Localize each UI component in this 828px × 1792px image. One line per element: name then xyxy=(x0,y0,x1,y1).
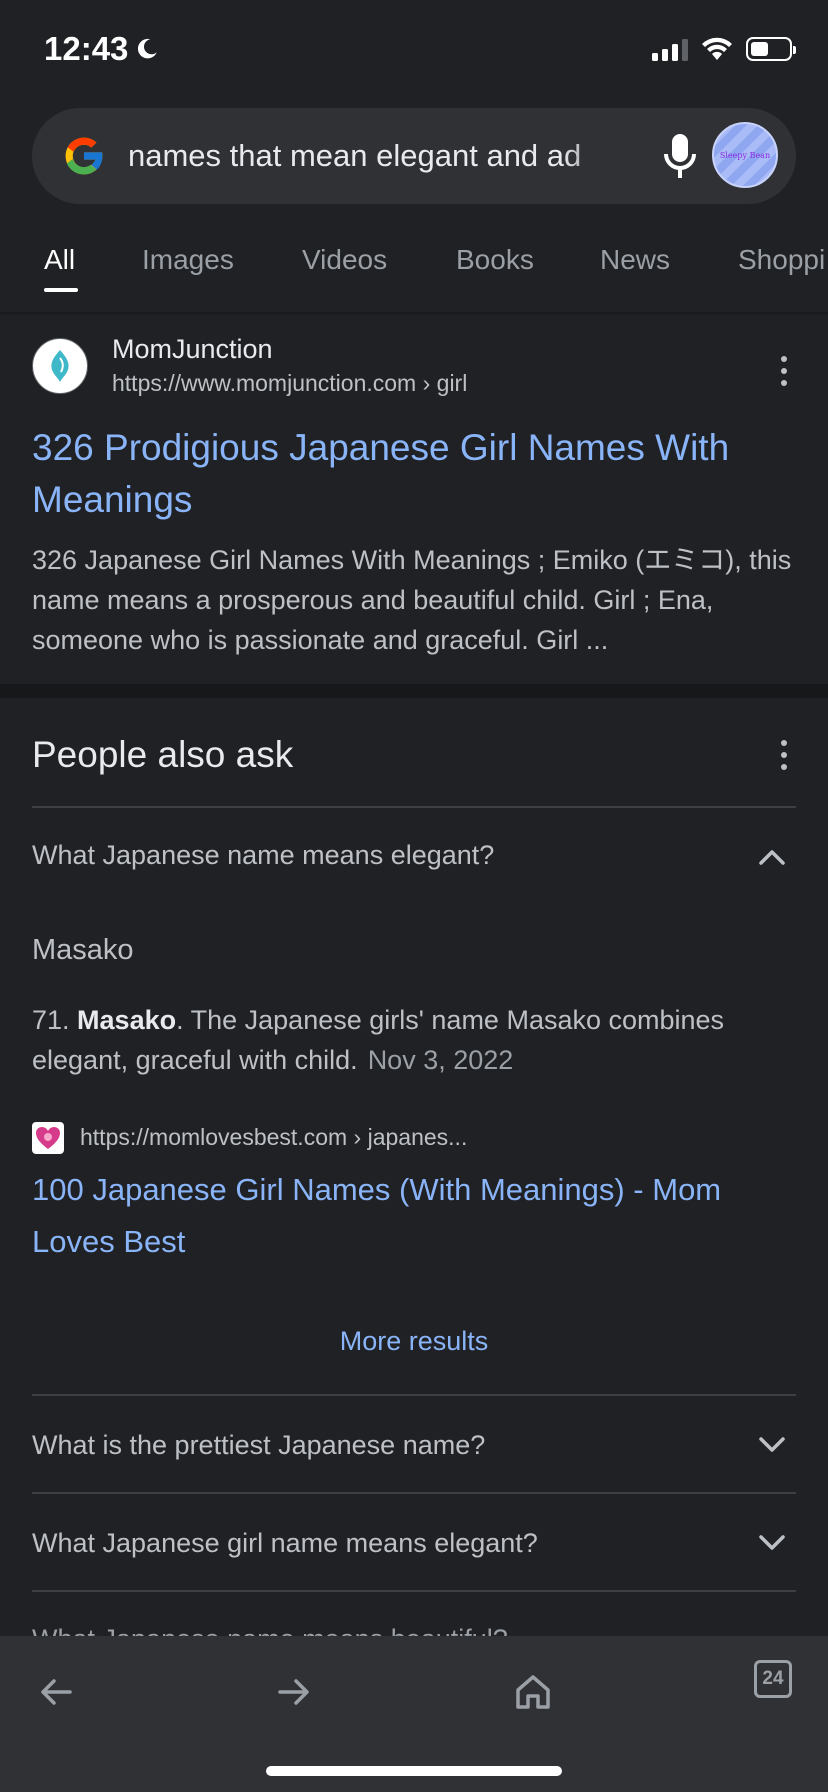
answer-title: Masako xyxy=(32,934,134,966)
status-bar: 12:43 xyxy=(0,0,828,100)
tab-videos[interactable]: Videos xyxy=(302,244,387,276)
paa-question[interactable]: What is the prettiest Japanese name? xyxy=(32,1430,485,1461)
result-snippet: 326 Japanese Girl Names With Meanings ; … xyxy=(32,545,792,655)
back-icon[interactable] xyxy=(36,1672,76,1712)
site-logo-icon xyxy=(51,350,69,382)
tab-shopping[interactable]: Shoppi xyxy=(738,244,825,276)
tab-books[interactable]: Books xyxy=(456,244,534,276)
section-divider xyxy=(0,684,828,698)
clock-text: 12:43 xyxy=(44,30,129,67)
momjunction-favicon xyxy=(32,338,88,394)
paa-header: People also ask xyxy=(32,734,294,775)
google-logo[interactable] xyxy=(60,132,108,180)
signal-icon xyxy=(652,37,688,61)
paa-question-expanded[interactable]: What Japanese name means elegant? xyxy=(32,840,494,871)
heart-icon xyxy=(36,1127,60,1149)
site-url[interactable]: https://www.momjunction.com › girl xyxy=(112,370,467,397)
kebab-icon[interactable] xyxy=(780,356,788,386)
search-tabs: All Images Videos Books News Shoppi xyxy=(0,240,828,314)
divider xyxy=(32,806,796,808)
paa-question[interactable]: What Japanese name means beautiful? xyxy=(32,1624,796,1636)
battery-icon xyxy=(746,37,796,61)
tab-all[interactable]: All xyxy=(44,244,75,276)
mic-icon[interactable] xyxy=(658,132,702,180)
tab-images[interactable]: Images xyxy=(142,244,234,276)
home-indicator[interactable] xyxy=(266,1766,562,1776)
active-tab-indicator xyxy=(44,288,78,292)
site-name[interactable]: MomJunction xyxy=(112,334,273,365)
search-box[interactable]: names that mean elegant and ad Sleepy Be… xyxy=(32,108,796,204)
chevron-up-icon[interactable] xyxy=(758,848,786,866)
search-input[interactable]: names that mean elegant and ad xyxy=(128,138,638,174)
paa-kebab-icon[interactable] xyxy=(780,740,788,770)
tab-news[interactable]: News xyxy=(600,244,670,276)
momlovesbest-favicon xyxy=(32,1122,64,1154)
source-url[interactable]: https://momlovesbest.com › japanes... xyxy=(80,1124,467,1151)
moon-icon xyxy=(138,38,158,59)
tabs-icon[interactable]: 24 xyxy=(754,1660,792,1698)
source-title-link[interactable]: 100 Japanese Girl Names (With Meanings) … xyxy=(32,1164,792,1268)
wifi-icon xyxy=(702,37,732,60)
paa-question[interactable]: What Japanese girl name means elegant? xyxy=(32,1528,538,1559)
home-icon[interactable] xyxy=(513,1672,553,1712)
divider xyxy=(32,1590,796,1592)
forward-icon[interactable] xyxy=(274,1672,314,1712)
avatar-text: Sleepy Bean xyxy=(719,150,771,160)
result-title-link[interactable]: 326 Prodigious Japanese Girl Names With … xyxy=(32,422,802,526)
more-results-button[interactable]: More results xyxy=(0,1326,828,1357)
answer-text: 71. Masako. The Japanese girls' name Mas… xyxy=(32,1005,725,1075)
status-icons xyxy=(652,36,796,62)
divider xyxy=(32,1394,796,1396)
tabs-divider xyxy=(0,312,828,316)
answer-date: Nov 3, 2022 xyxy=(367,1045,514,1075)
profile-avatar[interactable]: Sleepy Bean xyxy=(712,122,778,188)
status-time: 12:43 xyxy=(44,30,160,68)
chevron-down-icon[interactable] xyxy=(758,1436,786,1454)
chevron-down-icon[interactable] xyxy=(758,1534,786,1552)
divider xyxy=(32,1492,796,1494)
